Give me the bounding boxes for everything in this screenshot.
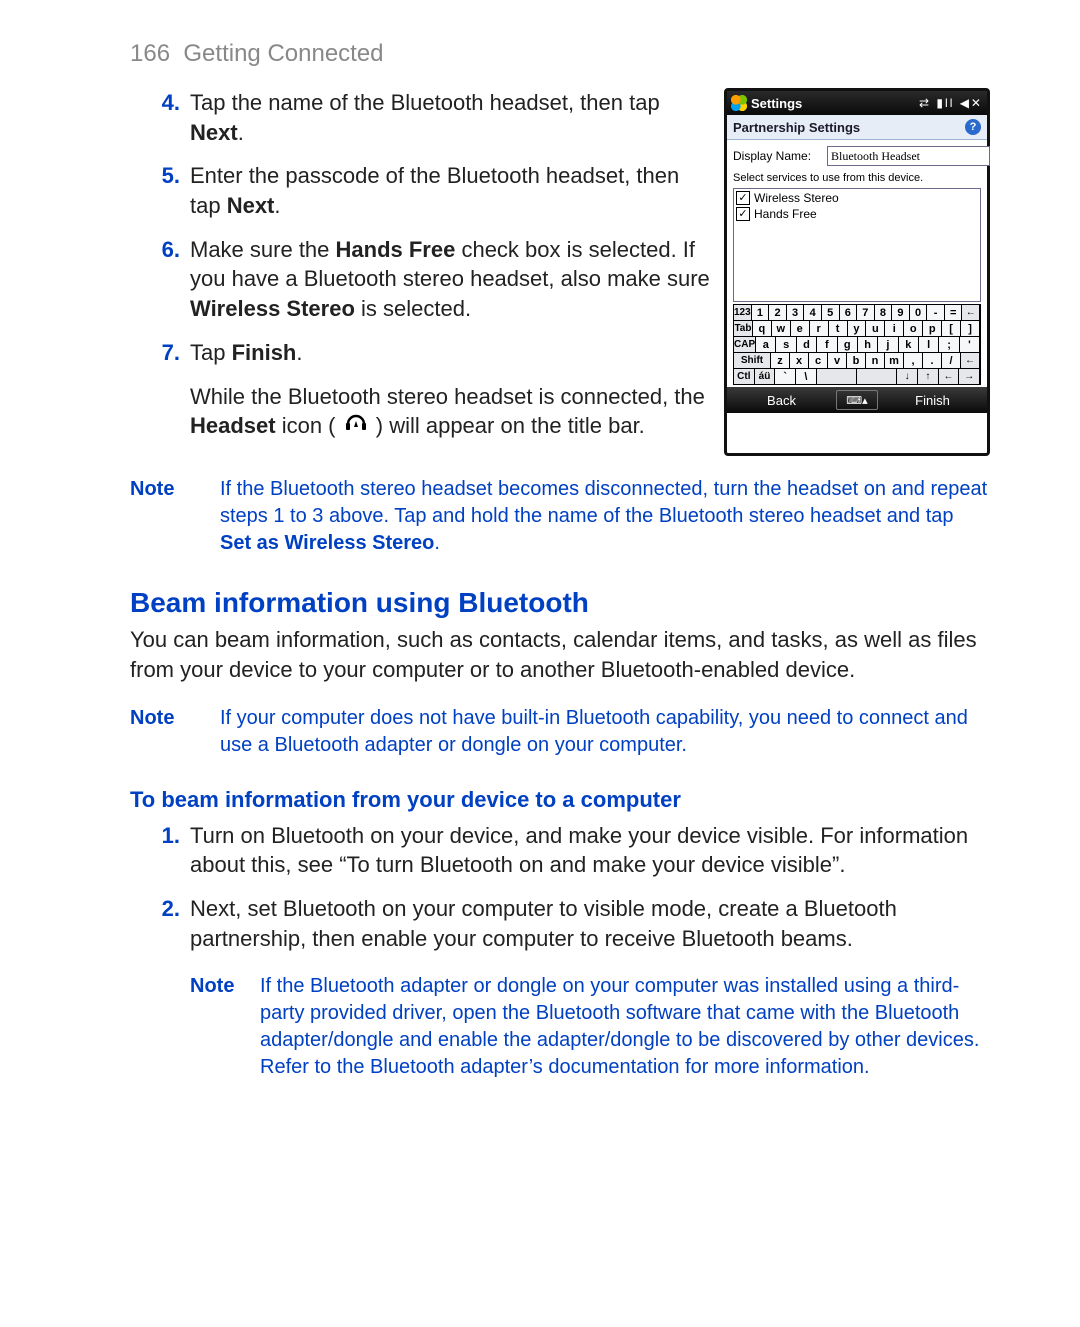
step-body: Turn on Bluetooth on your device, and ma… [190,821,990,880]
checkbox-icon: ✓ [736,191,750,205]
device-screenshot: Settings ⇄ ▮ll ◀✕ Partnership Settings ?… [724,88,990,456]
display-name-field[interactable] [827,146,990,166]
section-heading-beam: Beam information using Bluetooth [130,587,990,619]
section-title: Getting Connected [183,40,383,67]
on-screen-keyboard[interactable]: 1231234567890-=← Tabqwertyuiop[] CAPasdf… [733,304,981,385]
service-wireless-stereo[interactable]: ✓Wireless Stereo [736,191,978,205]
proc-step-2: 2. Next, set Bluetooth on your computer … [130,894,990,953]
softkey-sip[interactable]: ⌨▴ [836,390,878,410]
service-hands-free[interactable]: ✓Hands Free [736,207,978,221]
status-icons: ⇄ ▮ll ◀✕ [919,96,983,110]
step-6: 6. Make sure the Hands Free check box is… [130,235,710,324]
step-7: 7. Tap Finish. [130,338,710,368]
note-text: If your computer does not have built-in … [220,705,990,759]
proc-step-1: 1. Turn on Bluetooth on your device, and… [130,821,990,880]
step-5: 5. Enter the passcode of the Bluetooth h… [130,161,710,220]
step-number: 2. [130,894,190,953]
running-header: 166 Getting Connected [130,40,990,68]
step-number: 4. [130,88,190,147]
help-icon[interactable]: ? [965,119,981,135]
start-icon [731,95,747,111]
note-text: If the Bluetooth adapter or dongle on yo… [260,973,990,1081]
steps-column: 4. Tap the name of the Bluetooth headset… [130,88,710,456]
checkbox-icon: ✓ [736,207,750,221]
note-1: Note If the Bluetooth stereo headset bec… [130,476,990,557]
note-label: Note [130,705,220,759]
services-hint: Select services to use from this device. [733,172,981,184]
services-list: ✓Wireless Stereo ✓Hands Free [733,188,981,302]
softkey-finish[interactable]: Finish [878,393,987,408]
device-titlebar: Settings ⇄ ▮ll ◀✕ [727,91,987,115]
step-number: 5. [130,161,190,220]
procedure-heading: To beam information from your device to … [130,787,990,813]
step-number: 6. [130,235,190,324]
note-3: Note If the Bluetooth adapter or dongle … [190,973,990,1081]
device-subtitle: Partnership Settings [733,120,860,135]
headset-icon [344,413,368,443]
step-7-continuation: While the Bluetooth stereo headset is co… [190,382,710,443]
page-number: 166 [130,40,170,67]
step-number: 1. [130,821,190,880]
note-label: Note [130,476,220,557]
device-title: Settings [751,96,915,111]
softkey-back[interactable]: Back [727,393,836,408]
note-2: Note If your computer does not have buil… [130,705,990,759]
display-name-label: Display Name: [733,149,819,163]
note-label: Note [190,973,260,1081]
step-4: 4. Tap the name of the Bluetooth headset… [130,88,710,147]
step-body: Next, set Bluetooth on your computer to … [190,894,990,953]
beam-paragraph: You can beam information, such as contac… [130,625,990,684]
device-subtitle-bar: Partnership Settings ? [727,115,987,140]
step-number: 7. [130,338,190,368]
